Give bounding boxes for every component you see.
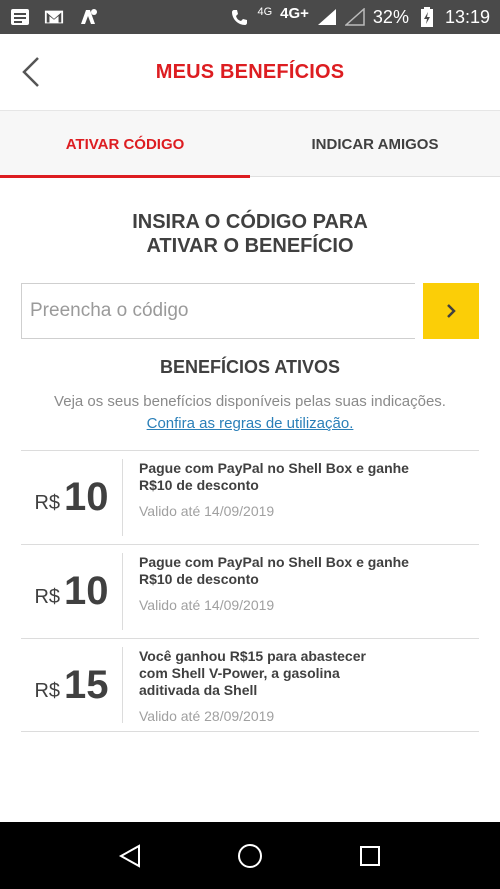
status-left <box>10 8 98 26</box>
signal-icon <box>317 8 337 26</box>
status-bar: 4G 4G+ 32% 13:19 <box>0 0 500 34</box>
clock: 13:19 <box>444 6 490 27</box>
phone-wifi-icon <box>229 8 249 26</box>
benefit-description: Pague com PayPal no Shell Box e ganhe R$… <box>139 554 479 588</box>
system-nav-bar <box>0 822 500 889</box>
back-triangle-icon <box>118 843 140 868</box>
rules-link-wrap: Confira as regras de utilização. <box>0 415 500 432</box>
nav-back-button[interactable] <box>112 838 148 874</box>
desc-line: Pague com PayPal no Shell Box e ganhe <box>139 460 409 476</box>
avast-icon <box>78 8 98 26</box>
nav-recents-button[interactable] <box>352 838 388 874</box>
active-benefits-title: BENEFÍCIOS ATIVOS <box>159 357 341 377</box>
amount-value: 10 <box>64 475 109 519</box>
currency-label: R$ <box>34 586 61 608</box>
benefit-description: Pague com PayPal no Shell Box e ganhe R$… <box>139 460 479 494</box>
benefit-text: Pague com PayPal no Shell Box e ganhe R$… <box>123 545 479 638</box>
chevron-left-icon <box>22 57 39 87</box>
code-entry-row <box>21 283 479 339</box>
signal-empty-icon <box>344 8 365 26</box>
page-title: MEUS BENEFÍCIOS <box>155 60 345 83</box>
desc-line: R$10 de desconto <box>139 477 259 493</box>
battery-percent: 32% <box>372 6 409 27</box>
gmail-icon <box>44 8 64 26</box>
code-title-line2: ATIVAR O BENEFÍCIO <box>146 235 354 257</box>
benefit-text: Pague com PayPal no Shell Box e ganhe R$… <box>123 451 479 544</box>
benefit-valid-until: Valido até 14/09/2019 <box>139 597 275 613</box>
code-input[interactable] <box>21 283 415 339</box>
list-item[interactable]: R$ 15 Você ganhou R$15 para abastecer co… <box>21 638 479 732</box>
amount-value: 10 <box>64 569 109 613</box>
tab-ativar-codigo[interactable]: ATIVAR CÓDIGO <box>0 111 250 178</box>
battery-charging-icon <box>417 7 437 27</box>
tab-indicar-amigos[interactable]: INDICAR AMIGOS <box>250 111 500 177</box>
screen: 4G 4G+ 32% 13:19 MEUS BENEFÍCIOS ATIVAR … <box>0 0 500 889</box>
benefit-text: Você ganhou R$15 para abastecer com Shel… <box>123 639 479 731</box>
benefit-amount: R$ 10 <box>21 459 123 536</box>
desc-line: R$10 de desconto <box>139 571 259 587</box>
header: MEUS BENEFÍCIOS <box>0 34 500 111</box>
rules-link[interactable]: Confira as regras de utilização. <box>147 415 354 432</box>
currency-label: R$ <box>34 492 61 514</box>
message-icon <box>10 8 30 26</box>
benefit-description: Você ganhou R$15 para abastecer com Shel… <box>139 648 479 699</box>
desc-line: aditivada da Shell <box>139 682 258 698</box>
network-type-small: 4G <box>257 6 273 18</box>
recents-square-icon <box>360 845 380 866</box>
currency-label: R$ <box>34 679 61 702</box>
desc-line: Pague com PayPal no Shell Box e ganhe <box>139 554 409 570</box>
tab-bar: ATIVAR CÓDIGO INDICAR AMIGOS <box>0 111 500 178</box>
submit-code-button[interactable] <box>423 283 479 339</box>
benefit-valid-until: Valido até 14/09/2019 <box>139 503 275 519</box>
list-item[interactable]: R$ 10 Pague com PayPal no Shell Box e ga… <box>21 544 479 638</box>
desc-line: Você ganhou R$15 para abastecer <box>139 648 366 664</box>
list-item[interactable]: R$ 10 Pague com PayPal no Shell Box e ga… <box>21 450 479 544</box>
benefit-amount: R$ 10 <box>21 553 123 630</box>
home-circle-icon <box>238 843 262 868</box>
code-title-line1: INSIRA O CÓDIGO PARA <box>132 211 368 233</box>
network-type-large: 4G+ <box>280 4 309 22</box>
amount-value: 15 <box>64 662 109 707</box>
nav-home-button[interactable] <box>232 838 268 874</box>
benefit-valid-until: Valido até 28/09/2019 <box>139 708 275 724</box>
desc-line: com Shell V-Power, a gasolina <box>139 665 340 681</box>
active-benefits-subtitle: Veja os seus benefícios disponíveis pela… <box>54 393 446 410</box>
benefit-amount: R$ 15 <box>21 647 123 723</box>
back-button[interactable] <box>14 54 48 90</box>
code-section-title: INSIRA O CÓDIGO PARA ATIVAR O BENEFÍCIO <box>0 210 500 258</box>
chevron-right-icon <box>447 304 456 318</box>
status-right: 4G 4G+ 32% 13:19 <box>229 4 490 28</box>
benefits-list: R$ 10 Pague com PayPal no Shell Box e ga… <box>21 450 479 732</box>
